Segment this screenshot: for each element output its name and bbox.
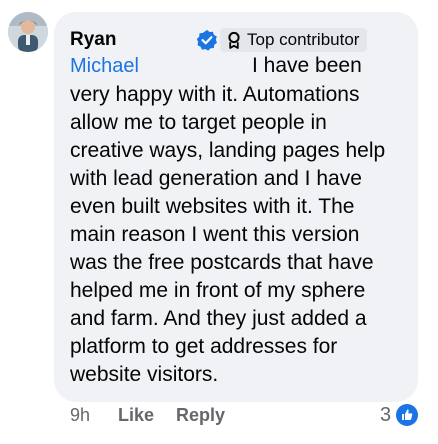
top-contributor-badge[interactable]: Top contributor xyxy=(220,28,368,52)
comment-text-line: very happy with it. Automations xyxy=(70,83,360,106)
comment-text-line: helped me in front of my sphere xyxy=(70,279,366,302)
like-button[interactable]: Like xyxy=(118,402,154,428)
reaction-count: 3 xyxy=(380,403,392,426)
comment-text-line: and farm. And they just added a xyxy=(70,307,367,330)
author-name[interactable]: Ryan xyxy=(70,28,116,52)
comment-text-line: main reason I went this version xyxy=(70,223,360,246)
comment-text-line: even built websites with it. The xyxy=(70,195,355,218)
verified-badge-icon xyxy=(196,30,217,51)
like-reaction-icon xyxy=(396,404,419,426)
comment-header: Ryan Top contributor xyxy=(70,28,410,52)
comment-text: very happy with it. Automations allow me… xyxy=(70,81,410,389)
avatar-image xyxy=(8,12,48,52)
reply-button[interactable]: Reply xyxy=(176,402,225,428)
avatar[interactable] xyxy=(8,12,48,52)
reaction-summary[interactable]: 3 xyxy=(380,401,419,429)
comment-timestamp[interactable]: 9h xyxy=(70,402,90,428)
comment-text-line: website visitors. xyxy=(70,363,219,386)
comment-text-line: creative ways, landing pages help xyxy=(70,139,386,162)
author-name-continued[interactable]: Michael xyxy=(70,54,139,78)
comment-text-line: platform to get addresses for xyxy=(70,335,338,358)
comment-text-first-line: I have been xyxy=(252,54,362,77)
badge-label: Top contributor xyxy=(247,30,360,49)
comment-text-line: was the free postcards that have xyxy=(70,251,374,274)
top-contributor-icon xyxy=(228,31,240,49)
comment-text-line: with lead generation and I have xyxy=(70,167,362,190)
comment-text-line: allow me to target people in xyxy=(70,111,327,134)
